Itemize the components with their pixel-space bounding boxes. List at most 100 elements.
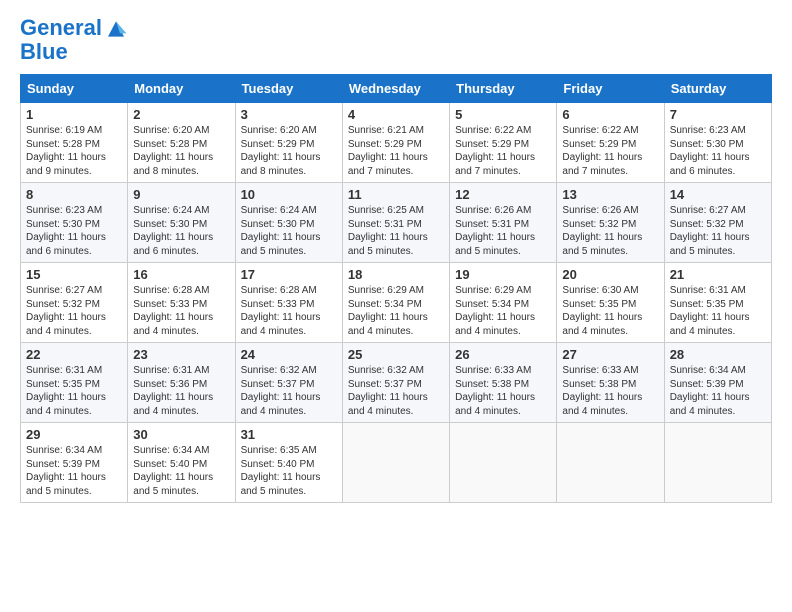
calendar-cell: 1 Sunrise: 6:19 AM Sunset: 5:28 PM Daylig… — [21, 103, 128, 183]
day-info: Sunrise: 6:32 AM Sunset: 5:37 PM Dayligh… — [241, 364, 337, 418]
day-info: Sunrise: 6:22 AM Sunset: 5:29 PM Dayligh… — [455, 124, 551, 178]
calendar-cell: 2 Sunrise: 6:20 AM Sunset: 5:28 PM Daylig… — [128, 103, 235, 183]
calendar-cell — [664, 423, 771, 503]
day-of-week-header: Tuesday — [235, 75, 342, 103]
calendar-cell: 19 Sunrise: 6:29 AM Sunset: 5:34 PM Dayli… — [450, 263, 557, 343]
day-of-week-header: Sunday — [21, 75, 128, 103]
day-number: 20 — [562, 267, 658, 282]
day-info: Sunrise: 6:31 AM Sunset: 5:35 PM Dayligh… — [670, 284, 766, 338]
day-info: Sunrise: 6:30 AM Sunset: 5:35 PM Dayligh… — [562, 284, 658, 338]
day-info: Sunrise: 6:24 AM Sunset: 5:30 PM Dayligh… — [133, 204, 229, 258]
day-number: 8 — [26, 187, 122, 202]
calendar-cell — [450, 423, 557, 503]
calendar-cell — [557, 423, 664, 503]
day-info: Sunrise: 6:28 AM Sunset: 5:33 PM Dayligh… — [241, 284, 337, 338]
calendar-cell: 14 Sunrise: 6:27 AM Sunset: 5:32 PM Dayli… — [664, 183, 771, 263]
logo-text: General — [20, 16, 102, 40]
day-info: Sunrise: 6:26 AM Sunset: 5:32 PM Dayligh… — [562, 204, 658, 258]
calendar-cell: 3 Sunrise: 6:20 AM Sunset: 5:29 PM Daylig… — [235, 103, 342, 183]
day-info: Sunrise: 6:31 AM Sunset: 5:36 PM Dayligh… — [133, 364, 229, 418]
day-info: Sunrise: 6:19 AM Sunset: 5:28 PM Dayligh… — [26, 124, 122, 178]
day-number: 4 — [348, 107, 444, 122]
day-info: Sunrise: 6:23 AM Sunset: 5:30 PM Dayligh… — [26, 204, 122, 258]
logo: General Blue — [20, 16, 128, 64]
calendar-cell: 15 Sunrise: 6:27 AM Sunset: 5:32 PM Dayli… — [21, 263, 128, 343]
calendar-cell: 10Sunrise: 6:24 AM Sunset: 5:30 PM Dayli… — [235, 183, 342, 263]
day-number: 26 — [455, 347, 551, 362]
day-info: Sunrise: 6:34 AM Sunset: 5:39 PM Dayligh… — [26, 444, 122, 498]
day-number: 31 — [241, 427, 337, 442]
day-number: 18 — [348, 267, 444, 282]
day-number: 29 — [26, 427, 122, 442]
calendar-cell: 30Sunrise: 6:34 AM Sunset: 5:40 PM Dayli… — [128, 423, 235, 503]
day-info: Sunrise: 6:33 AM Sunset: 5:38 PM Dayligh… — [562, 364, 658, 418]
day-info: Sunrise: 6:20 AM Sunset: 5:29 PM Dayligh… — [241, 124, 337, 178]
calendar-cell: 23 Sunrise: 6:31 AM Sunset: 5:36 PM Dayli… — [128, 343, 235, 423]
calendar-cell: 5 Sunrise: 6:22 AM Sunset: 5:29 PM Daylig… — [450, 103, 557, 183]
calendar-cell: 9 Sunrise: 6:24 AM Sunset: 5:30 PM Daylig… — [128, 183, 235, 263]
day-number: 23 — [133, 347, 229, 362]
day-number: 14 — [670, 187, 766, 202]
day-number: 25 — [348, 347, 444, 362]
day-number: 1 — [26, 107, 122, 122]
day-number: 22 — [26, 347, 122, 362]
calendar-week-row: 8 Sunrise: 6:23 AM Sunset: 5:30 PM Daylig… — [21, 183, 772, 263]
day-number: 12 — [455, 187, 551, 202]
day-number: 19 — [455, 267, 551, 282]
day-info: Sunrise: 6:25 AM Sunset: 5:31 PM Dayligh… — [348, 204, 444, 258]
day-info: Sunrise: 6:27 AM Sunset: 5:32 PM Dayligh… — [26, 284, 122, 338]
logo-icon — [104, 19, 128, 39]
calendar: SundayMondayTuesdayWednesdayThursdayFrid… — [20, 74, 772, 503]
day-info: Sunrise: 6:32 AM Sunset: 5:37 PM Dayligh… — [348, 364, 444, 418]
day-number: 30 — [133, 427, 229, 442]
calendar-header-row: SundayMondayTuesdayWednesdayThursdayFrid… — [21, 75, 772, 103]
day-number: 28 — [670, 347, 766, 362]
day-number: 24 — [241, 347, 337, 362]
day-info: Sunrise: 6:35 AM Sunset: 5:40 PM Dayligh… — [241, 444, 337, 498]
day-info: Sunrise: 6:23 AM Sunset: 5:30 PM Dayligh… — [670, 124, 766, 178]
calendar-cell: 28 Sunrise: 6:34 AM Sunset: 5:39 PM Dayli… — [664, 343, 771, 423]
day-number: 5 — [455, 107, 551, 122]
day-number: 21 — [670, 267, 766, 282]
calendar-cell: 16 Sunrise: 6:28 AM Sunset: 5:33 PM Dayli… — [128, 263, 235, 343]
calendar-cell: 22 Sunrise: 6:31 AM Sunset: 5:35 PM Dayli… — [21, 343, 128, 423]
day-number: 27 — [562, 347, 658, 362]
day-of-week-header: Thursday — [450, 75, 557, 103]
day-number: 17 — [241, 267, 337, 282]
calendar-cell: 18Sunrise: 6:29 AM Sunset: 5:34 PM Dayli… — [342, 263, 449, 343]
calendar-cell: 11 Sunrise: 6:25 AM Sunset: 5:31 PM Dayli… — [342, 183, 449, 263]
calendar-cell: 26Sunrise: 6:33 AM Sunset: 5:38 PM Dayli… — [450, 343, 557, 423]
day-info: Sunrise: 6:29 AM Sunset: 5:34 PM Dayligh… — [455, 284, 551, 338]
calendar-cell: 12 Sunrise: 6:26 AM Sunset: 5:31 PM Dayli… — [450, 183, 557, 263]
day-info: Sunrise: 6:22 AM Sunset: 5:29 PM Dayligh… — [562, 124, 658, 178]
calendar-week-row: 15 Sunrise: 6:27 AM Sunset: 5:32 PM Dayli… — [21, 263, 772, 343]
calendar-cell: 7 Sunrise: 6:23 AM Sunset: 5:30 PM Daylig… — [664, 103, 771, 183]
day-number: 11 — [348, 187, 444, 202]
calendar-cell: 29 Sunrise: 6:34 AM Sunset: 5:39 PM Dayli… — [21, 423, 128, 503]
day-number: 15 — [26, 267, 122, 282]
header: General Blue — [20, 16, 772, 64]
day-info: Sunrise: 6:31 AM Sunset: 5:35 PM Dayligh… — [26, 364, 122, 418]
day-number: 9 — [133, 187, 229, 202]
day-number: 16 — [133, 267, 229, 282]
calendar-cell: 6Sunrise: 6:22 AM Sunset: 5:29 PM Daylig… — [557, 103, 664, 183]
day-info: Sunrise: 6:26 AM Sunset: 5:31 PM Dayligh… — [455, 204, 551, 258]
day-info: Sunrise: 6:28 AM Sunset: 5:33 PM Dayligh… — [133, 284, 229, 338]
day-number: 2 — [133, 107, 229, 122]
calendar-cell: 13Sunrise: 6:26 AM Sunset: 5:32 PM Dayli… — [557, 183, 664, 263]
calendar-cell: 27 Sunrise: 6:33 AM Sunset: 5:38 PM Dayli… — [557, 343, 664, 423]
calendar-cell: 20 Sunrise: 6:30 AM Sunset: 5:35 PM Dayli… — [557, 263, 664, 343]
calendar-week-row: 29 Sunrise: 6:34 AM Sunset: 5:39 PM Dayli… — [21, 423, 772, 503]
calendar-cell: 4Sunrise: 6:21 AM Sunset: 5:29 PM Daylig… — [342, 103, 449, 183]
calendar-cell: 24 Sunrise: 6:32 AM Sunset: 5:37 PM Dayli… — [235, 343, 342, 423]
calendar-cell: 25 Sunrise: 6:32 AM Sunset: 5:37 PM Dayli… — [342, 343, 449, 423]
day-info: Sunrise: 6:34 AM Sunset: 5:39 PM Dayligh… — [670, 364, 766, 418]
calendar-cell: 8 Sunrise: 6:23 AM Sunset: 5:30 PM Daylig… — [21, 183, 128, 263]
day-info: Sunrise: 6:20 AM Sunset: 5:28 PM Dayligh… — [133, 124, 229, 178]
calendar-cell: 21 Sunrise: 6:31 AM Sunset: 5:35 PM Dayli… — [664, 263, 771, 343]
logo-text2: Blue — [20, 40, 128, 64]
day-info: Sunrise: 6:27 AM Sunset: 5:32 PM Dayligh… — [670, 204, 766, 258]
day-number: 3 — [241, 107, 337, 122]
day-of-week-header: Saturday — [664, 75, 771, 103]
day-number: 7 — [670, 107, 766, 122]
